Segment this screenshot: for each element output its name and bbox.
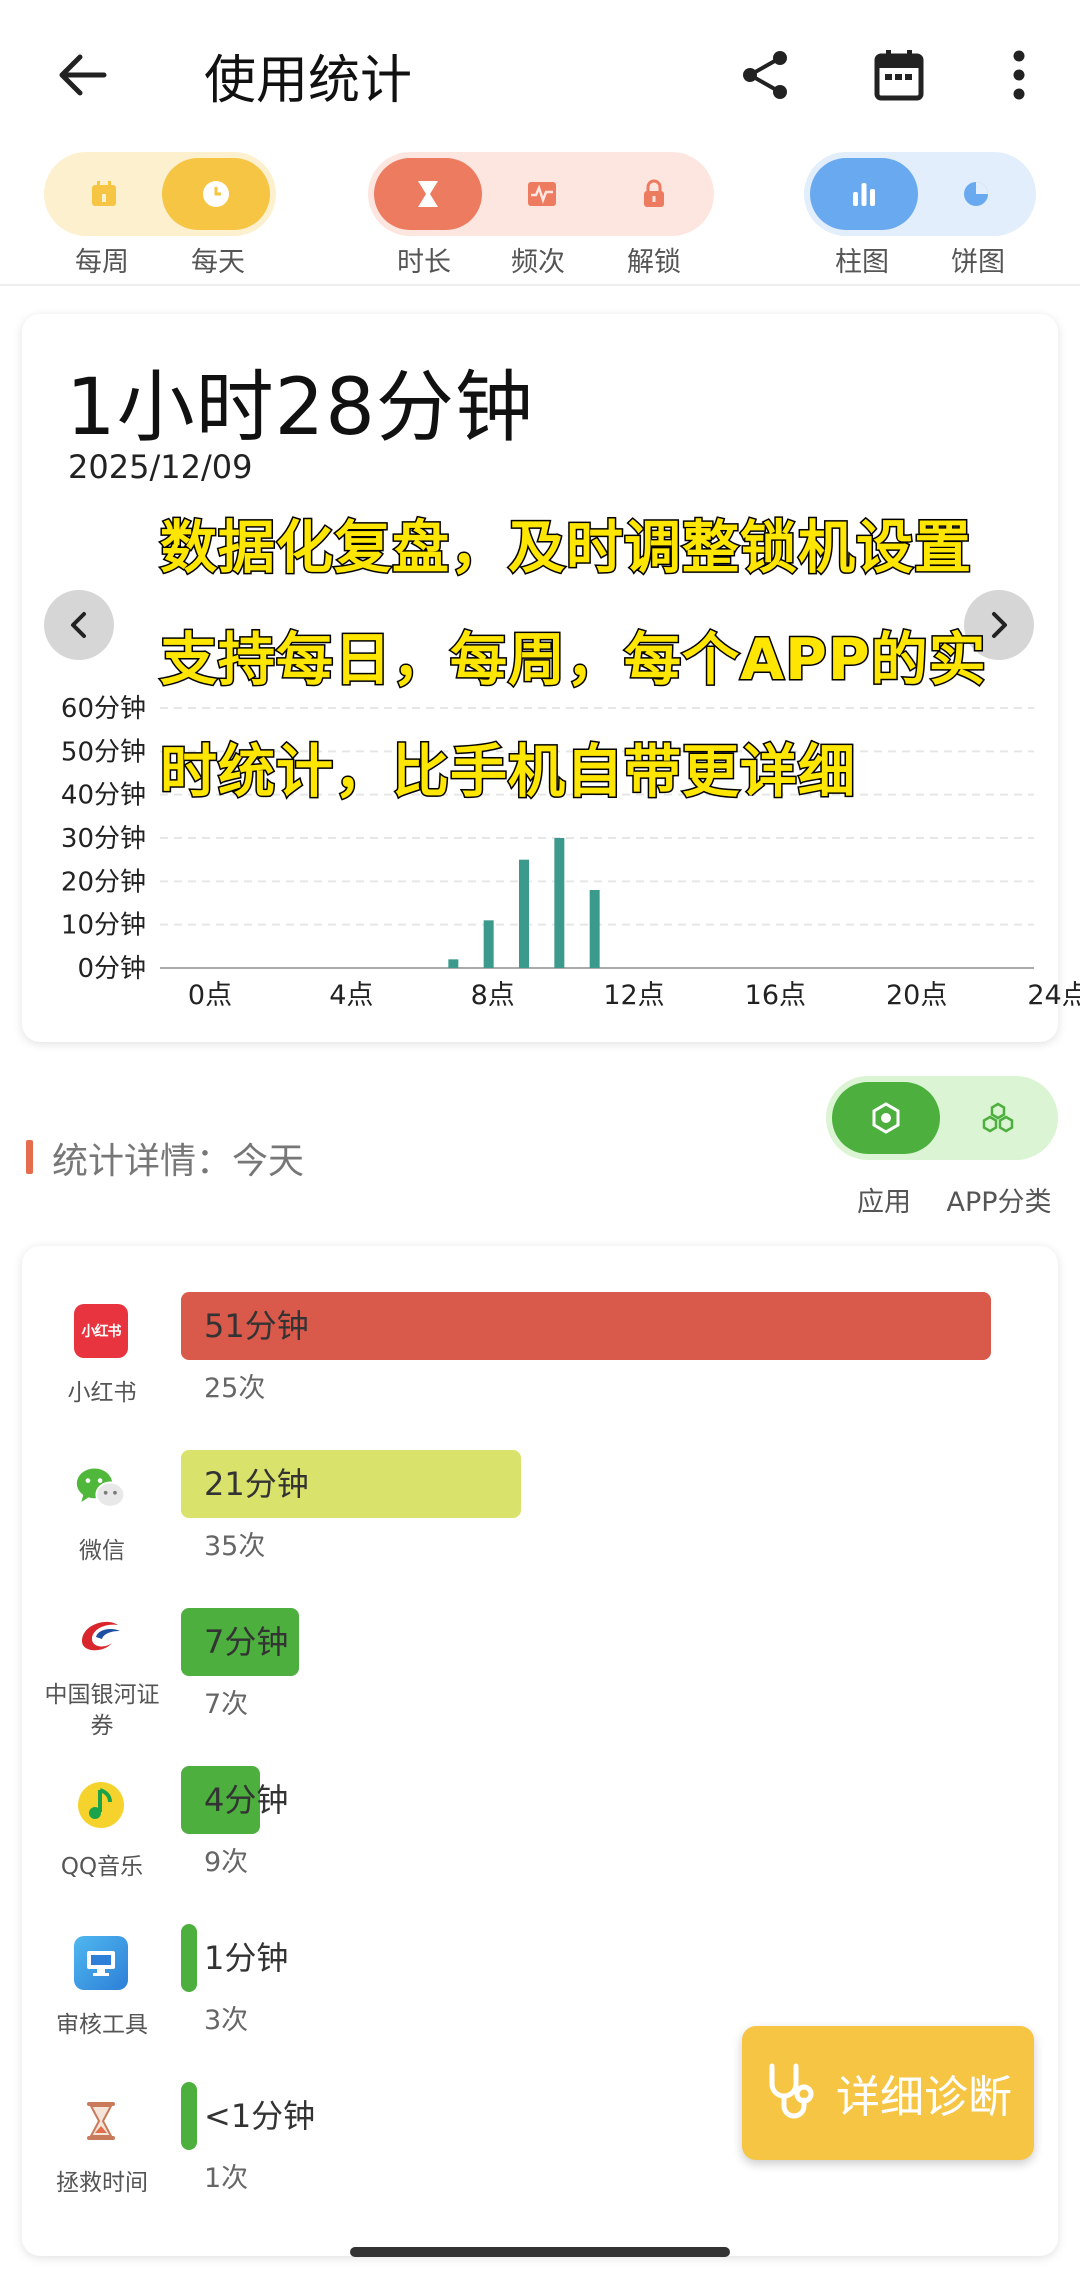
wechat-icon xyxy=(74,1462,128,1516)
view-toggle xyxy=(826,1076,1058,1160)
app-name: 中国银河证券 xyxy=(44,1682,160,1739)
usage-count: 1次 xyxy=(204,2163,249,2194)
hexagon-cluster-icon xyxy=(982,1102,1014,1133)
x-tick-label: 8点 xyxy=(471,980,515,1011)
usage-duration: <1分钟 xyxy=(204,2097,316,2135)
usage-duration: 7分钟 xyxy=(204,1623,289,1661)
chevron-right-icon xyxy=(992,612,1007,638)
stats-title: 统计详情：今天 xyxy=(52,1141,305,1182)
x-tick-label: 4点 xyxy=(329,980,373,1011)
y-tick-label: 20分钟 xyxy=(61,867,146,897)
home-indicator[interactable] xyxy=(350,2247,730,2257)
view-option-categories[interactable] xyxy=(944,1082,1052,1154)
view-label-apps: 应用 xyxy=(857,1187,911,1218)
xiaohongshu-logo-text: 小红书 xyxy=(81,1324,122,1340)
review-tool-icon xyxy=(74,1936,128,1990)
app-name: 审核工具 xyxy=(56,2012,148,2038)
app-name: 小红书 xyxy=(67,1380,137,1406)
x-tick-label: 0点 xyxy=(188,980,232,1011)
overlay-text-line-1: 数据化复盘，及时调整锁机设置 xyxy=(159,514,973,583)
y-tick-label: 50分钟 xyxy=(61,737,146,767)
usage-count: 3次 xyxy=(204,2005,249,2036)
chevron-left-icon xyxy=(71,612,86,638)
usage-count: 7次 xyxy=(204,1689,249,1720)
x-tick-label: 16点 xyxy=(745,980,806,1011)
y-tick-label: 30分钟 xyxy=(61,824,146,854)
usage-duration: 21分钟 xyxy=(204,1465,309,1503)
chart-bar[interactable] xyxy=(519,859,529,968)
app-name: 微信 xyxy=(79,1538,125,1564)
chart-bar[interactable] xyxy=(448,959,459,968)
x-tick-label: 12点 xyxy=(603,980,664,1011)
overlay-text-line-2: 支持每日，每周，每个APP的实 xyxy=(159,626,988,695)
galaxy-securities-icon xyxy=(74,1608,128,1662)
overlay-text-line-3: 时统计，比手机自带更详细 xyxy=(159,738,857,807)
y-tick-label: 10分钟 xyxy=(61,911,146,941)
usage-bar[interactable] xyxy=(181,1924,197,1992)
usage-duration: 51分钟 xyxy=(204,1307,309,1345)
chart-bar[interactable] xyxy=(554,838,565,968)
usage-bar[interactable] xyxy=(181,2082,197,2150)
x-tick-label: 20点 xyxy=(886,980,947,1011)
usage-count: 9次 xyxy=(204,1847,249,1878)
usage-count: 35次 xyxy=(204,1531,266,1562)
x-tick-label: 24点 xyxy=(1027,980,1080,1011)
usage-count: 25次 xyxy=(204,1373,266,1404)
y-tick-label: 0分钟 xyxy=(77,954,146,984)
fab-label: 详细诊断 xyxy=(836,2072,1012,2123)
chart-bar[interactable] xyxy=(589,890,600,968)
usage-duration: 1分钟 xyxy=(204,1939,289,1977)
y-tick-label: 40分钟 xyxy=(61,781,146,811)
detailed-diagnosis-button[interactable]: 详细诊断 xyxy=(742,2026,1034,2160)
previous-day-button[interactable] xyxy=(44,590,114,660)
app-name: 拯救时间 xyxy=(56,2170,148,2196)
section-accent xyxy=(26,1140,33,1174)
chart-bar[interactable] xyxy=(483,920,494,968)
xiaohongshu-icon: 小红书 xyxy=(74,1304,128,1358)
view-label-categories: APP分类 xyxy=(946,1187,1052,1218)
save-time-icon xyxy=(74,2094,128,2148)
stethoscope-icon xyxy=(769,2063,814,2119)
app-name: QQ音乐 xyxy=(60,1854,144,1880)
y-tick-label: 60分钟 xyxy=(61,694,146,724)
hexagon-icon xyxy=(872,1102,900,1134)
usage-duration: 4分钟 xyxy=(204,1781,289,1819)
qq-music-icon xyxy=(74,1778,128,1832)
view-option-apps[interactable] xyxy=(832,1082,940,1154)
